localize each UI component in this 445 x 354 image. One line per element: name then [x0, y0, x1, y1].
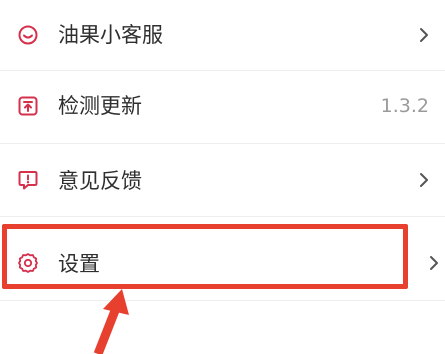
gear-icon — [17, 252, 39, 274]
menu-item-customer-service[interactable]: 油果小客服 — [0, 0, 445, 70]
menu-item-settings[interactable]: 设置 — [0, 222, 445, 292]
chevron-right-icon — [419, 172, 429, 188]
chevron-right-icon — [419, 27, 429, 43]
menu-item-label: 意见反馈 — [58, 169, 142, 193]
divider — [0, 216, 445, 217]
menu-item-label: 设置 — [58, 252, 100, 276]
feedback-icon — [17, 169, 39, 191]
divider — [0, 300, 445, 301]
menu-item-check-update[interactable]: 检测更新 1.3.2 — [0, 71, 445, 141]
menu-item-feedback[interactable]: 意见反馈 — [0, 144, 445, 214]
menu-item-label: 油果小客服 — [58, 23, 163, 47]
settings-menu-list: 油果小客服 检测更新 1.3.2 意见反馈 设置 — [0, 0, 445, 354]
update-check-icon — [17, 95, 39, 117]
smile-chat-icon — [17, 24, 39, 46]
version-number: 1.3.2 — [380, 95, 429, 117]
chevron-right-icon — [429, 255, 439, 271]
menu-item-label: 检测更新 — [58, 94, 142, 118]
